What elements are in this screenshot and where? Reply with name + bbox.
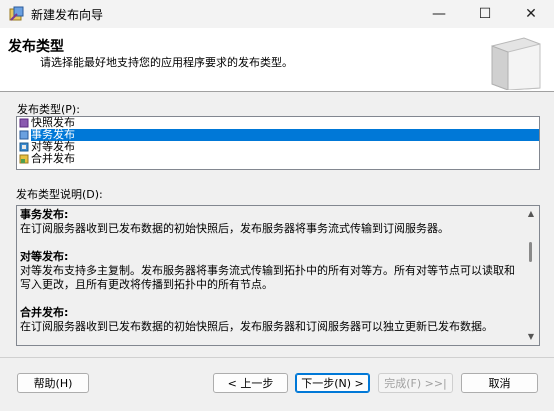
description-box[interactable]: 事务发布: 在订阅服务器收到已发布数据的初始快照后，发布服务器将事务流式传输到订… — [16, 205, 540, 346]
description-text-merge: 在订阅服务器收到已发布数据的初始快照后，发布服务器和订阅服务器可以独立更新已发布… — [20, 320, 493, 333]
description-scrollbar[interactable]: ▲ ▼ — [523, 206, 539, 345]
description-text-peer-to-peer: 对等发布支持多主复制。发布服务器将事务流式传输到拓扑中的所有对等方。所有对等节点… — [20, 264, 515, 291]
back-button[interactable]: < 上一步 — [213, 373, 288, 393]
next-button[interactable]: 下一步(N) > — [295, 373, 370, 393]
description-heading-transactional: 事务发布: — [20, 208, 69, 221]
cancel-button[interactable]: 取消 — [461, 373, 538, 393]
title-bar: 新建发布向导 — ☐ ✕ — [0, 0, 554, 28]
page-title: 发布类型 — [8, 39, 64, 55]
book-graphic-icon — [491, 37, 541, 90]
transactional-icon — [19, 130, 29, 140]
description-label: 发布类型说明(D): — [16, 188, 103, 201]
footer-divider — [0, 357, 554, 358]
list-item-snapshot[interactable]: 快照发布 — [17, 117, 539, 129]
description-text-transactional: 在订阅服务器收到已发布数据的初始快照后，发布服务器将事务流式传输到订阅服务器。 — [20, 222, 449, 235]
close-button[interactable]: ✕ — [508, 0, 554, 28]
scroll-down-arrow-icon[interactable]: ▼ — [523, 329, 539, 345]
list-item-merge[interactable]: 合并发布 — [17, 153, 539, 165]
list-item-peer-to-peer[interactable]: 对等发布 — [17, 141, 539, 153]
minimize-button[interactable]: — — [416, 0, 462, 28]
publication-type-list[interactable]: 快照发布 事务发布 对等发布 合并发布 — [16, 116, 540, 170]
list-item-transactional[interactable]: 事务发布 — [17, 129, 539, 141]
finish-button[interactable]: 完成(F) >>| — [378, 373, 453, 393]
description-heading-peer-to-peer: 对等发布: — [20, 250, 69, 263]
snapshot-icon — [19, 118, 29, 128]
scroll-thumb[interactable] — [529, 242, 532, 262]
page-subtitle: 请选择能最好地支持您的应用程序要求的发布类型。 — [40, 56, 293, 69]
wizard-icon — [9, 6, 24, 21]
wizard-header: 发布类型 请选择能最好地支持您的应用程序要求的发布类型。 — [0, 28, 554, 92]
description-heading-merge: 合并发布: — [20, 306, 69, 319]
window-title: 新建发布向导 — [31, 8, 104, 22]
maximize-button[interactable]: ☐ — [462, 0, 508, 28]
peer-to-peer-icon — [19, 142, 29, 152]
merge-icon — [19, 154, 29, 164]
publication-type-label: 发布类型(P): — [17, 103, 80, 116]
help-button[interactable]: 帮助(H) — [17, 373, 89, 393]
scroll-up-arrow-icon[interactable]: ▲ — [523, 206, 539, 222]
